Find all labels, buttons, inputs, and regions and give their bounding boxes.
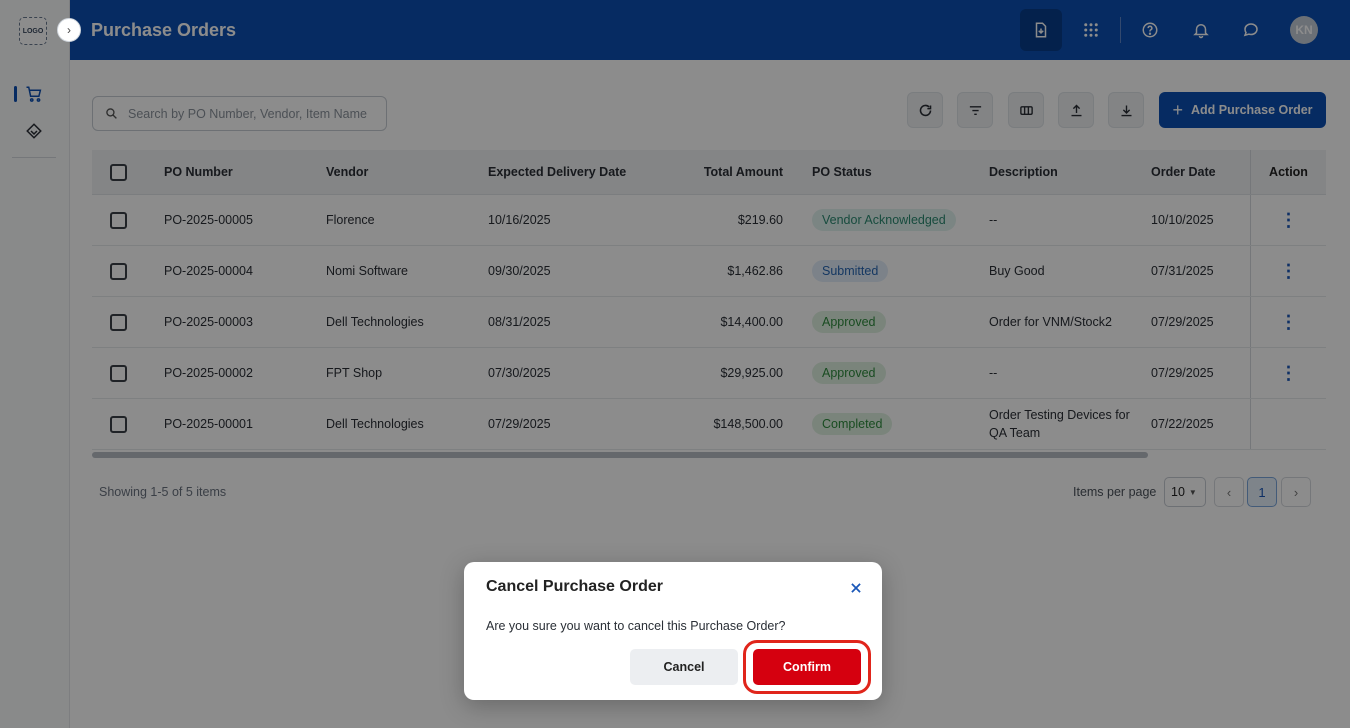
cancel-po-dialog: Cancel Purchase Order Are you sure you w…	[464, 562, 882, 700]
cancel-button[interactable]: Cancel	[630, 649, 738, 685]
confirm-button[interactable]: Confirm	[753, 649, 861, 685]
close-icon	[851, 583, 861, 593]
sidebar-toggle-button[interactable]: ›	[57, 18, 81, 42]
chevron-right-icon: ›	[67, 23, 71, 37]
dialog-message: Are you sure you want to cancel this Pur…	[486, 619, 786, 633]
dialog-close-button[interactable]	[845, 577, 867, 599]
dialog-title: Cancel Purchase Order	[486, 578, 663, 595]
